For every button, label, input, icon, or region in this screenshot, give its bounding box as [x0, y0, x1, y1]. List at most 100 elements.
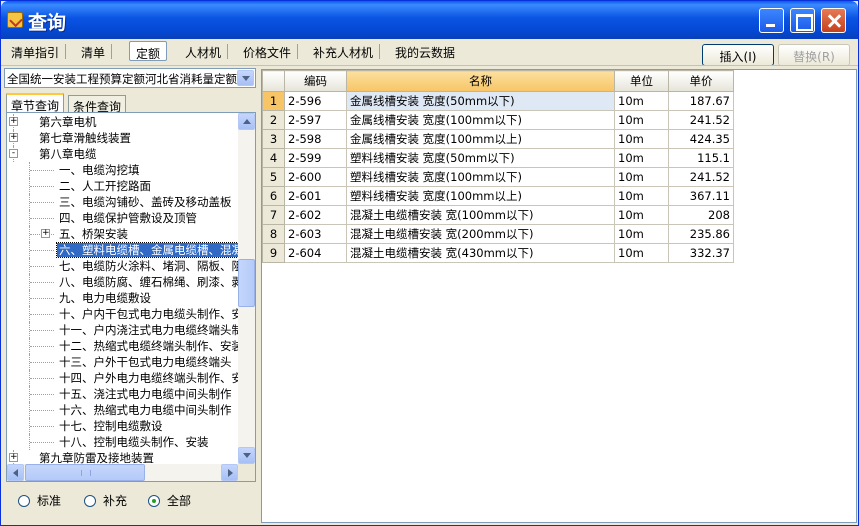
- cell-price[interactable]: 187.67: [668, 91, 734, 111]
- column-header-price[interactable]: 单价: [668, 70, 734, 92]
- cell-unit[interactable]: 10m: [614, 186, 669, 206]
- cell-code[interactable]: 2-600: [284, 167, 347, 187]
- tab-bill-guide[interactable]: 清单指引: [5, 41, 67, 61]
- tree-item[interactable]: 十一、户内浇注式电力电缆终端头制作: [57, 322, 240, 338]
- cell-unit[interactable]: 10m: [614, 148, 669, 168]
- tree-item[interactable]: 第七章滑触线装置: [37, 130, 133, 146]
- insert-button[interactable]: 插入(I): [702, 44, 774, 66]
- scroll-right-icon[interactable]: [221, 464, 238, 481]
- scroll-thumb[interactable]: [238, 259, 255, 307]
- collapse-icon[interactable]: -: [9, 149, 18, 158]
- cell-price[interactable]: 241.52: [668, 167, 734, 187]
- cell-name[interactable]: 金属线槽安装 宽度(100mm以上): [346, 129, 615, 149]
- tree-item[interactable]: 二、人工开挖路面: [57, 178, 153, 194]
- tab-quota[interactable]: 定额: [129, 41, 168, 61]
- cell-price[interactable]: 115.1: [668, 148, 734, 168]
- tree-item[interactable]: 十五、浇注式电力电缆中间头制作: [57, 386, 234, 402]
- row-number[interactable]: 7: [262, 205, 285, 225]
- scroll-up-icon[interactable]: [238, 113, 255, 130]
- maximize-icon[interactable]: [790, 8, 815, 33]
- title-bar[interactable]: 查询: [1, 1, 858, 39]
- cell-name[interactable]: 混凝土电缆槽安装 宽(200mm以下): [346, 224, 615, 244]
- replace-button[interactable]: 替换(R): [778, 44, 850, 66]
- cell-name[interactable]: 混凝土电缆槽安装 宽(100mm以下): [346, 205, 615, 225]
- table-row[interactable]: 1 2-596 金属线槽安装 宽度(50mm以下) 10m 187.67: [262, 91, 734, 111]
- table-row[interactable]: 5 2-600 塑料线槽安装 宽度(100mm以下) 10m 241.52: [262, 167, 734, 187]
- cell-name[interactable]: 塑料线槽安装 宽度(100mm以上): [346, 186, 615, 206]
- cell-price[interactable]: 241.52: [668, 110, 734, 130]
- cell-name[interactable]: 金属线槽安装 宽度(50mm以下): [346, 91, 615, 111]
- horizontal-scroll-thumb[interactable]: [25, 464, 145, 481]
- minimize-icon[interactable]: [759, 8, 784, 33]
- cell-price[interactable]: 208: [668, 205, 734, 225]
- tree-item[interactable]: 八、电缆防腐、缠石棉绳、刷漆、剥皮: [57, 274, 240, 290]
- cell-unit[interactable]: 10m: [614, 110, 669, 130]
- tree-item[interactable]: 七、电缆防火涂料、堵洞、隔板、阻燃槽盒安装: [57, 258, 240, 274]
- tab-price-file[interactable]: 价格文件: [237, 41, 299, 61]
- tree-item[interactable]: 五、桥架安装: [57, 226, 130, 242]
- cell-name[interactable]: 混凝土电缆槽安装 宽(430mm以下): [346, 243, 615, 263]
- tree-item[interactable]: 十八、控制电缆头制作、安装: [57, 434, 211, 450]
- radio-standard[interactable]: 标准: [18, 492, 61, 509]
- cell-unit[interactable]: 10m: [614, 224, 669, 244]
- cell-code[interactable]: 2-596: [284, 91, 347, 111]
- table-row[interactable]: 7 2-602 混凝土电缆槽安装 宽(100mm以下) 10m 208: [262, 205, 734, 225]
- cell-name[interactable]: 塑料线槽安装 宽度(100mm以下): [346, 167, 615, 187]
- table-row[interactable]: 9 2-604 混凝土电缆槽安装 宽(430mm以下) 10m 332.37: [262, 243, 734, 263]
- tree-item[interactable]: 四、电缆保护管敷设及顶管: [57, 210, 199, 226]
- tab-supplement-lmm[interactable]: 补充人材机: [307, 41, 381, 61]
- expand-icon[interactable]: +: [9, 117, 18, 126]
- expand-icon[interactable]: +: [9, 453, 18, 462]
- tree-item[interactable]: 十七、控制电缆敷设: [57, 418, 165, 434]
- chevron-down-icon[interactable]: [237, 70, 254, 86]
- cell-price[interactable]: 235.86: [668, 224, 734, 244]
- tree-vertical-scrollbar[interactable]: [238, 113, 255, 464]
- table-row[interactable]: 6 2-601 塑料线槽安装 宽度(100mm以上) 10m 367.11: [262, 186, 734, 206]
- cell-name[interactable]: 金属线槽安装 宽度(100mm以下): [346, 110, 615, 130]
- tree-item[interactable]: 九、电力电缆敷设: [57, 290, 153, 306]
- table-row[interactable]: 3 2-598 金属线槽安装 宽度(100mm以上) 10m 424.35: [262, 129, 734, 149]
- column-header-name[interactable]: 名称: [346, 70, 615, 92]
- quota-library-select[interactable]: 全国统一安装工程预算定额河北省消耗量定额: [4, 68, 256, 88]
- cell-unit[interactable]: 10m: [614, 243, 669, 263]
- table-row[interactable]: 8 2-603 混凝土电缆槽安装 宽(200mm以下) 10m 235.86: [262, 224, 734, 244]
- scroll-down-icon[interactable]: [238, 447, 255, 464]
- tab-my-cloud-data[interactable]: 我的云数据: [389, 41, 461, 61]
- table-row[interactable]: 2 2-597 金属线槽安装 宽度(100mm以下) 10m 241.52: [262, 110, 734, 130]
- tree-horizontal-scrollbar[interactable]: [7, 464, 255, 481]
- cell-unit[interactable]: 10m: [614, 167, 669, 187]
- row-number[interactable]: 3: [262, 129, 285, 149]
- tree-item[interactable]: 十二、热缩式电缆终端头制作、安装: [57, 338, 240, 354]
- cell-unit[interactable]: 10m: [614, 205, 669, 225]
- tree-item[interactable]: 三、电缆沟铺砂、盖砖及移动盖板: [57, 194, 234, 210]
- cell-code[interactable]: 2-597: [284, 110, 347, 130]
- cell-price[interactable]: 367.11: [668, 186, 734, 206]
- tab-bill[interactable]: 清单: [75, 41, 113, 61]
- cell-unit[interactable]: 10m: [614, 91, 669, 111]
- row-number[interactable]: 8: [262, 224, 285, 244]
- row-number[interactable]: 1: [262, 91, 285, 111]
- scroll-left-icon[interactable]: [7, 464, 24, 481]
- row-number[interactable]: 4: [262, 148, 285, 168]
- cell-code[interactable]: 2-602: [284, 205, 347, 225]
- table-row[interactable]: 4 2-599 塑料线槽安装 宽度(50mm以下) 10m 115.1: [262, 148, 734, 168]
- tree-item[interactable]: 十、户内干包式电力电缆头制作、安装: [57, 306, 240, 322]
- tree-item[interactable]: 一、电缆沟挖填: [57, 162, 142, 178]
- column-header-unit[interactable]: 单位: [614, 70, 669, 92]
- tree-item[interactable]: 第九章防雷及接地装置: [37, 450, 156, 464]
- tree-item[interactable]: 六、塑料电缆槽、金属电缆槽、混凝土电缆槽安装: [56, 242, 240, 258]
- tab-chapter-query[interactable]: 章节查询: [6, 93, 65, 113]
- cell-name[interactable]: 塑料线槽安装 宽度(50mm以下): [346, 148, 615, 168]
- cell-code[interactable]: 2-604: [284, 243, 347, 263]
- cell-code[interactable]: 2-601: [284, 186, 347, 206]
- expand-icon[interactable]: +: [41, 229, 50, 238]
- tree-item[interactable]: 第六章电机: [37, 114, 99, 130]
- tab-condition-query[interactable]: 条件查询: [68, 95, 127, 114]
- row-number[interactable]: 5: [262, 167, 285, 187]
- row-number[interactable]: 2: [262, 110, 285, 130]
- tree-item[interactable]: 十六、热缩式电力电缆中间头制作: [57, 402, 234, 418]
- cell-code[interactable]: 2-603: [284, 224, 347, 244]
- tree-item[interactable]: 十四、户外电力电缆终端头制作、安装: [57, 370, 240, 386]
- row-number[interactable]: 9: [262, 243, 285, 263]
- cell-code[interactable]: 2-599: [284, 148, 347, 168]
